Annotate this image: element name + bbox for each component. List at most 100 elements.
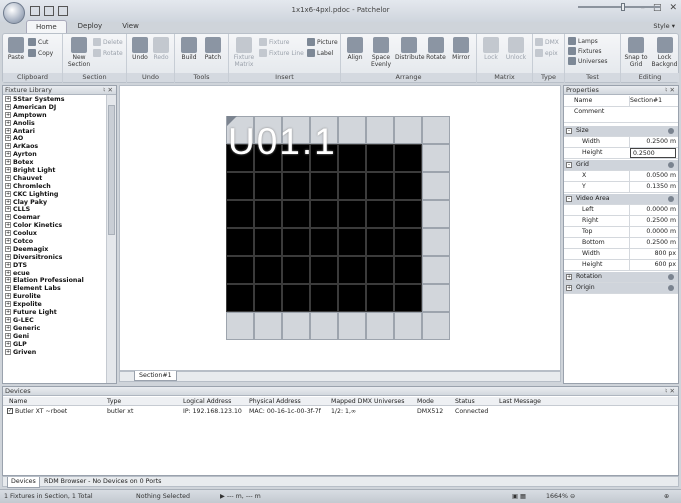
section-tab[interactable]: Section#1 [134, 371, 177, 381]
fixture-cell[interactable] [226, 256, 254, 284]
list-item[interactable]: + Chromlech [3, 182, 106, 191]
delete-button[interactable]: Delete [93, 38, 123, 46]
list-item[interactable]: + CKC Lighting [3, 190, 106, 199]
prop-category-grid[interactable]: – Grid [564, 160, 678, 171]
paste-button[interactable]: Paste [7, 37, 25, 61]
list-item[interactable]: + Coemar [3, 214, 106, 222]
fixture-cell[interactable] [394, 116, 422, 144]
prop-video-right-row[interactable]: Right 0.2500 m [564, 216, 678, 227]
device-checkbox[interactable]: ✓ [7, 408, 13, 414]
expand-icon[interactable]: + [5, 182, 11, 189]
list-item[interactable]: + Coolux [3, 230, 106, 238]
expand-icon[interactable]: + [5, 96, 11, 102]
fixture-cell[interactable] [338, 144, 366, 172]
list-item[interactable]: + ArKaos [3, 143, 106, 151]
fixture-cell[interactable] [394, 144, 422, 172]
prop-category-size[interactable]: – Size [564, 126, 678, 137]
prop-name-row[interactable]: Name Section#1 [564, 96, 678, 107]
list-item[interactable]: + G-LEC [3, 316, 106, 325]
style-menu[interactable]: Style ▾ [653, 22, 675, 30]
collapse-icon[interactable]: – [566, 196, 572, 202]
minimize-icon[interactable]: – [640, 3, 645, 13]
prop-grid-y-row[interactable]: Y 0.1350 m [564, 182, 678, 193]
expand-icon[interactable]: + [5, 206, 11, 213]
tab-view[interactable]: View [113, 20, 148, 34]
list-item[interactable]: + Deemagix [3, 245, 106, 254]
fixture-cell[interactable] [310, 228, 338, 256]
undo-button[interactable]: Undo [131, 37, 149, 61]
tab-home[interactable]: Home [26, 20, 67, 34]
height-edit-field[interactable]: 0.2500 [630, 148, 676, 158]
prop-category-origin[interactable]: + Origin [564, 283, 678, 294]
fixture-cell[interactable] [394, 312, 422, 340]
pin-close-icons[interactable]: ♮ ✕ [665, 86, 675, 95]
fixture-cell[interactable] [366, 284, 394, 312]
table-row[interactable]: ✓ Butler XT ~rboet butler xt IP: 192.168.… [3, 407, 678, 416]
fixture-cell[interactable] [338, 200, 366, 228]
expand-icon[interactable]: + [5, 135, 11, 142]
fixture-cell[interactable] [366, 256, 394, 284]
redo-button[interactable]: Redo [152, 37, 170, 61]
expand-icon[interactable]: + [5, 316, 11, 323]
list-item[interactable]: + Chauvet [3, 174, 106, 183]
fixture-cell[interactable] [226, 172, 254, 200]
fixture-cell[interactable] [394, 284, 422, 312]
expand-icon[interactable]: + [5, 190, 11, 197]
universes-button[interactable]: Universes [568, 57, 608, 65]
list-item[interactable]: + ecue [3, 269, 106, 278]
lamps-button[interactable]: Lamps [568, 37, 598, 45]
insert-fixture-button[interactable]: Fixture [259, 38, 289, 46]
list-item[interactable]: + DTS [3, 261, 106, 270]
fixture-cell[interactable] [394, 200, 422, 228]
expand-icon[interactable]: + [5, 238, 11, 245]
fixture-cell[interactable] [422, 172, 450, 200]
fixture-cell[interactable] [226, 228, 254, 256]
prop-category-rotation[interactable]: + Rotation [564, 272, 678, 283]
fixture-cell[interactable] [282, 284, 310, 312]
expand-icon[interactable]: + [566, 285, 572, 291]
fixture-cell[interactable] [254, 284, 282, 312]
distribute-button[interactable]: Distribute [395, 37, 425, 61]
list-item[interactable]: + Eurolite [3, 293, 106, 301]
col-status[interactable]: Status [455, 397, 475, 406]
build-button[interactable]: Build [179, 37, 199, 61]
fixture-cell[interactable] [282, 228, 310, 256]
align-button[interactable]: Align [345, 37, 365, 61]
expand-icon[interactable]: + [5, 245, 11, 252]
expand-icon[interactable]: + [5, 174, 11, 181]
copy-button[interactable]: Copy [28, 49, 53, 57]
space-evenly-button[interactable]: Space Evenly [369, 37, 393, 68]
fixture-cell[interactable] [422, 200, 450, 228]
col-last-message[interactable]: Last Message [499, 397, 541, 406]
fixture-cell[interactable] [422, 228, 450, 256]
fixture-cell[interactable] [282, 256, 310, 284]
scrollbar-thumb[interactable] [108, 105, 115, 235]
dmx-button[interactable]: DMX [535, 38, 559, 46]
expand-icon[interactable]: + [5, 230, 11, 237]
fixture-cell[interactable] [254, 200, 282, 228]
expand-icon[interactable]: + [5, 277, 11, 284]
prop-size-height-row[interactable]: Height 0.2500 [564, 148, 678, 159]
epix-button[interactable]: epix [535, 49, 558, 57]
list-item[interactable]: + Expolite [3, 301, 106, 309]
prop-comment-row[interactable]: Comment [564, 107, 678, 123]
list-item[interactable]: + Amptown [3, 111, 106, 120]
picture-button[interactable]: Picture [307, 38, 338, 46]
list-item[interactable]: + Diversitronics [3, 253, 106, 262]
fixture-cell[interactable] [254, 172, 282, 200]
expand-icon[interactable]: + [5, 119, 11, 126]
fixture-cell[interactable] [282, 172, 310, 200]
fixture-cell[interactable] [422, 144, 450, 172]
expand-icon[interactable]: + [566, 274, 572, 280]
expand-icon[interactable]: + [5, 159, 11, 166]
zoom-in-icon[interactable]: ⊕ [664, 490, 669, 503]
lock-background-button[interactable]: Lock Backgnd [651, 37, 678, 68]
patch-button[interactable]: Patch [203, 37, 223, 61]
col-mapped-dmx-universes[interactable]: Mapped DMX Universes [331, 397, 404, 406]
fixture-cell[interactable] [226, 200, 254, 228]
expand-icon[interactable]: + [5, 111, 11, 118]
tab-devices[interactable]: Devices [7, 477, 40, 488]
col-mode[interactable]: Mode [417, 397, 434, 406]
list-item[interactable]: + Antari [3, 127, 106, 136]
list-item[interactable]: + Bright Light [3, 167, 106, 175]
